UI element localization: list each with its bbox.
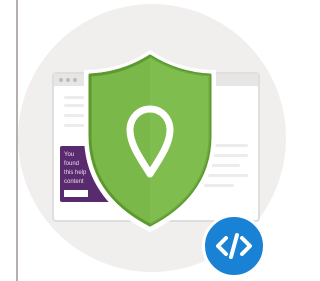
shield-icon (84, 50, 216, 232)
security-illustration: You found this help content (0, 0, 299, 281)
window-dot (66, 78, 70, 82)
code-icon (216, 233, 252, 259)
code-badge[interactable] (202, 214, 266, 278)
window-dot (73, 78, 77, 82)
window-dot (59, 78, 63, 82)
